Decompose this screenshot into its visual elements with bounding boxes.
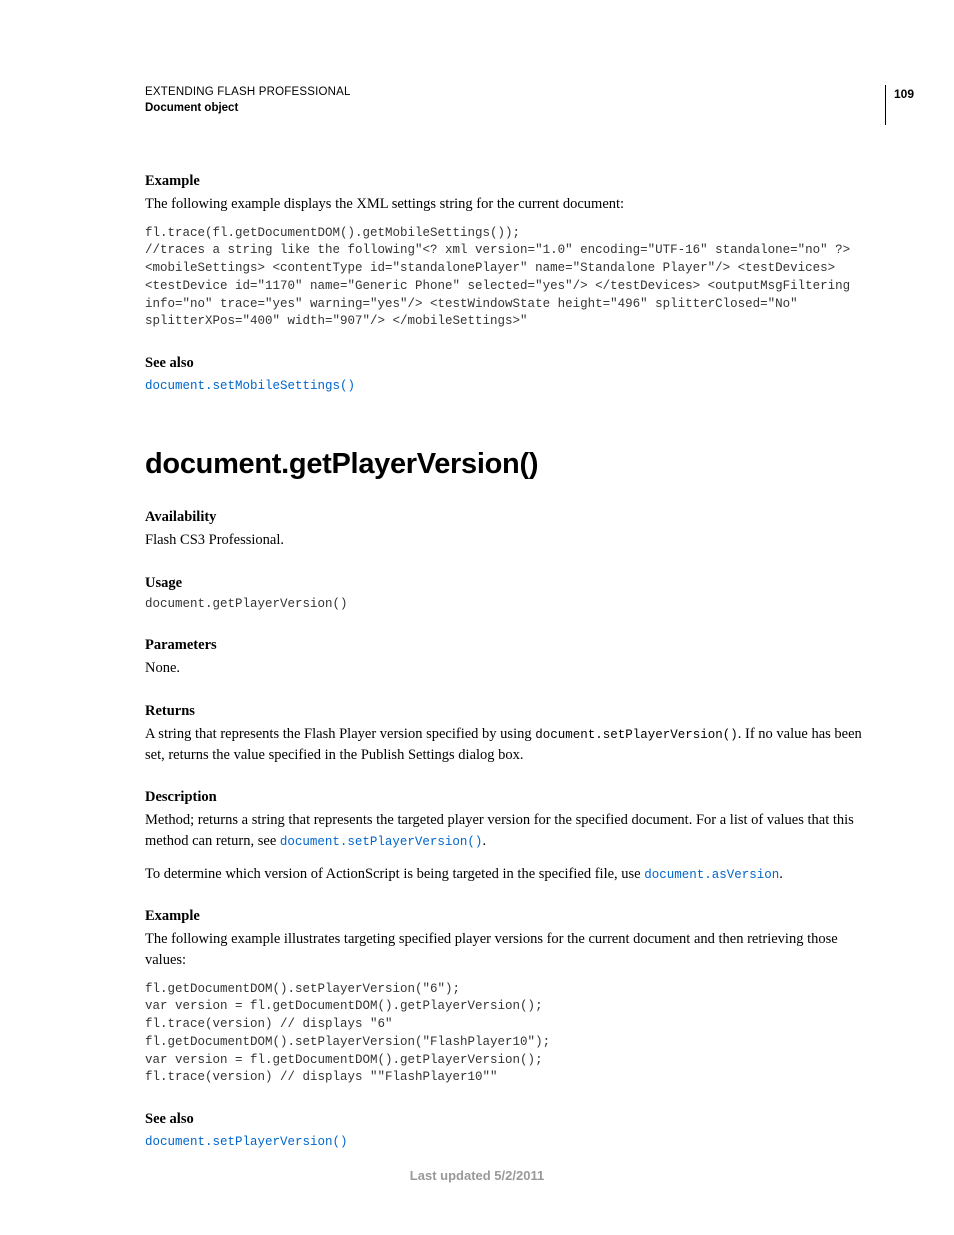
method-heading: document.getPlayerVersion() (145, 448, 874, 481)
usage-label: Usage (145, 575, 874, 592)
parameters-label: Parameters (145, 637, 874, 654)
description-p2-link[interactable]: document.asVersion (644, 868, 779, 882)
description-p2-before: To determine which version of ActionScri… (145, 866, 644, 882)
see-also-label: See also (145, 355, 874, 372)
footer-date: Last updated 5/2/2011 (0, 1168, 954, 1183)
see-also2-label: See also (145, 1111, 874, 1128)
doc-title: EXTENDING FLASH PROFESSIONAL (145, 85, 351, 101)
description-p1-after: . (482, 833, 486, 849)
availability-text: Flash CS3 Professional. (145, 530, 874, 551)
example2-label: Example (145, 908, 874, 925)
header-left: EXTENDING FLASH PROFESSIONAL Document ob… (145, 85, 351, 116)
returns-text: A string that represents the Flash Playe… (145, 724, 874, 765)
see-also-link[interactable]: document.setMobileSettings() (145, 379, 355, 393)
example2-intro: The following example illustrates target… (145, 929, 874, 970)
returns-label: Returns (145, 703, 874, 720)
description-p1-before: Method; returns a string that represents… (145, 812, 854, 849)
usage-code: document.getPlayerVersion() (145, 596, 874, 614)
page-header: EXTENDING FLASH PROFESSIONAL Document ob… (145, 85, 874, 125)
description-p1: Method; returns a string that represents… (145, 810, 874, 851)
see-also2-link[interactable]: document.setPlayerVersion() (145, 1135, 348, 1149)
page-number: 109 (885, 85, 914, 125)
code-block: fl.trace(fl.getDocumentDOM().getMobileSe… (145, 225, 874, 332)
example-intro: The following example displays the XML s… (145, 194, 874, 215)
parameters-text: None. (145, 658, 874, 679)
availability-label: Availability (145, 509, 874, 526)
example2-code: fl.getDocumentDOM().setPlayerVersion("6"… (145, 981, 874, 1088)
description-label: Description (145, 789, 874, 806)
example-label: Example (145, 173, 874, 190)
page: EXTENDING FLASH PROFESSIONAL Document ob… (0, 0, 954, 1235)
doc-section: Document object (145, 101, 351, 117)
description-p2-after: . (779, 866, 783, 882)
description-p2: To determine which version of ActionScri… (145, 864, 874, 885)
returns-inline-code: document.setPlayerVersion() (535, 728, 738, 742)
description-p1-link[interactable]: document.setPlayerVersion() (280, 835, 483, 849)
returns-text-before: A string that represents the Flash Playe… (145, 726, 535, 742)
